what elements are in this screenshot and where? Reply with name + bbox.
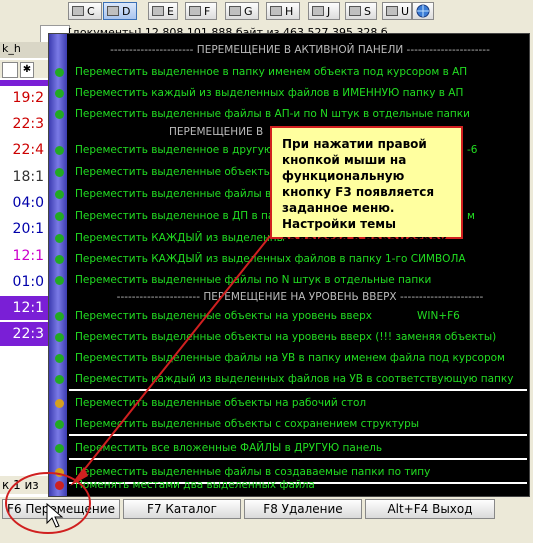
mouse-cursor-icon: [46, 503, 64, 528]
annotation-circle: [5, 472, 91, 534]
